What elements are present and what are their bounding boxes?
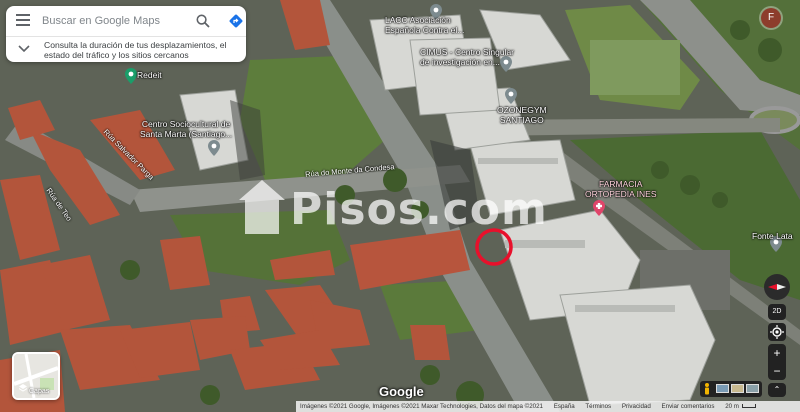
place-pin-icon[interactable] [208, 140, 220, 156]
compass-button[interactable] [764, 274, 790, 300]
property-location-marker [475, 228, 513, 266]
layers-icon [19, 384, 27, 392]
imagery-thumbnail[interactable] [746, 384, 759, 393]
place-pin-icon[interactable] [125, 68, 137, 84]
search-panel: Consulta la duración de tus desplazamien… [6, 6, 246, 62]
place-label-line: Santa Marta (Santiago... [140, 128, 233, 139]
watermark-house-logo [239, 180, 285, 234]
pegman-icon[interactable] [704, 383, 710, 395]
directions-icon[interactable] [228, 13, 244, 29]
search-icon[interactable] [196, 14, 210, 28]
zoom-out-button[interactable]: − [768, 362, 786, 380]
imagery-thumbnail[interactable] [716, 384, 729, 393]
view-mode-toggle[interactable]: 2D [768, 304, 786, 320]
terms-link[interactable]: Términos [585, 403, 611, 410]
place-label-line: Redeit [137, 70, 162, 80]
search-row [6, 6, 246, 36]
street-view-panel [700, 381, 762, 397]
place-label-line: SANTIAGO [499, 114, 544, 125]
google-logo: Google [379, 384, 424, 399]
map-scale[interactable]: 20 m [725, 403, 756, 410]
account-avatar[interactable]: F [761, 8, 781, 28]
chevron-down-icon [18, 45, 30, 53]
place-label-line: ORTOPEDIA INES [585, 188, 657, 199]
place-label-cimus[interactable]: CIMUS - Centro Singular de investigación… [420, 47, 514, 67]
imagery-attribution: Imágenes ©2021 Google, Imágenes ©2021 Ma… [300, 403, 543, 410]
zoom-in-button[interactable]: + [768, 344, 786, 362]
scale-label: 20 m [725, 403, 739, 410]
place-label-line: Española Contra el... [385, 24, 465, 35]
place-label-fonte-lata[interactable]: Fonte Lata [752, 231, 793, 242]
compass-icon [768, 284, 786, 290]
place-label-farmacia[interactable]: FARMACIA ORTOPEDIA INES [585, 179, 657, 199]
scale-bar [741, 404, 756, 409]
my-location-icon [770, 325, 784, 339]
place-label-redeit[interactable]: Redeit [137, 70, 162, 81]
place-label-centro-sociocultural[interactable]: Centro Sociocultural de Santa Marta (San… [140, 119, 233, 139]
pharmacy-pin-icon[interactable] [593, 200, 605, 216]
place-label-ozonegym[interactable]: OZONEGYM SANTIAGO [497, 105, 547, 125]
place-pin-icon[interactable] [505, 88, 517, 104]
menu-icon[interactable] [16, 14, 30, 26]
layers-label: Capas [29, 388, 50, 395]
search-input[interactable] [42, 12, 186, 30]
traffic-info-toggle[interactable]: Consulta la duración de tus desplazamien… [6, 36, 246, 62]
imagery-thumbnail[interactable] [731, 384, 744, 393]
zoom-controls: + − [768, 344, 786, 380]
feedback-link[interactable]: Enviar comentarios [662, 403, 715, 410]
place-label-line: de investigación en... [420, 56, 500, 67]
place-label-asociacion[interactable]: LACC Asociación Española Contra el... [385, 15, 465, 35]
traffic-info-text: Consulta la duración de tus desplazamien… [44, 40, 227, 60]
expand-imagery-button[interactable]: ⌃ [768, 383, 786, 397]
attribution-footer: Imágenes ©2021 Google, Imágenes ©2021 Ma… [296, 401, 800, 412]
my-location-button[interactable] [768, 323, 786, 341]
privacy-link[interactable]: Privacidad [622, 403, 651, 410]
place-label-line: Fonte Lata [752, 231, 793, 241]
layers-button[interactable]: Capas [12, 352, 60, 400]
country-link[interactable]: España [554, 403, 575, 410]
